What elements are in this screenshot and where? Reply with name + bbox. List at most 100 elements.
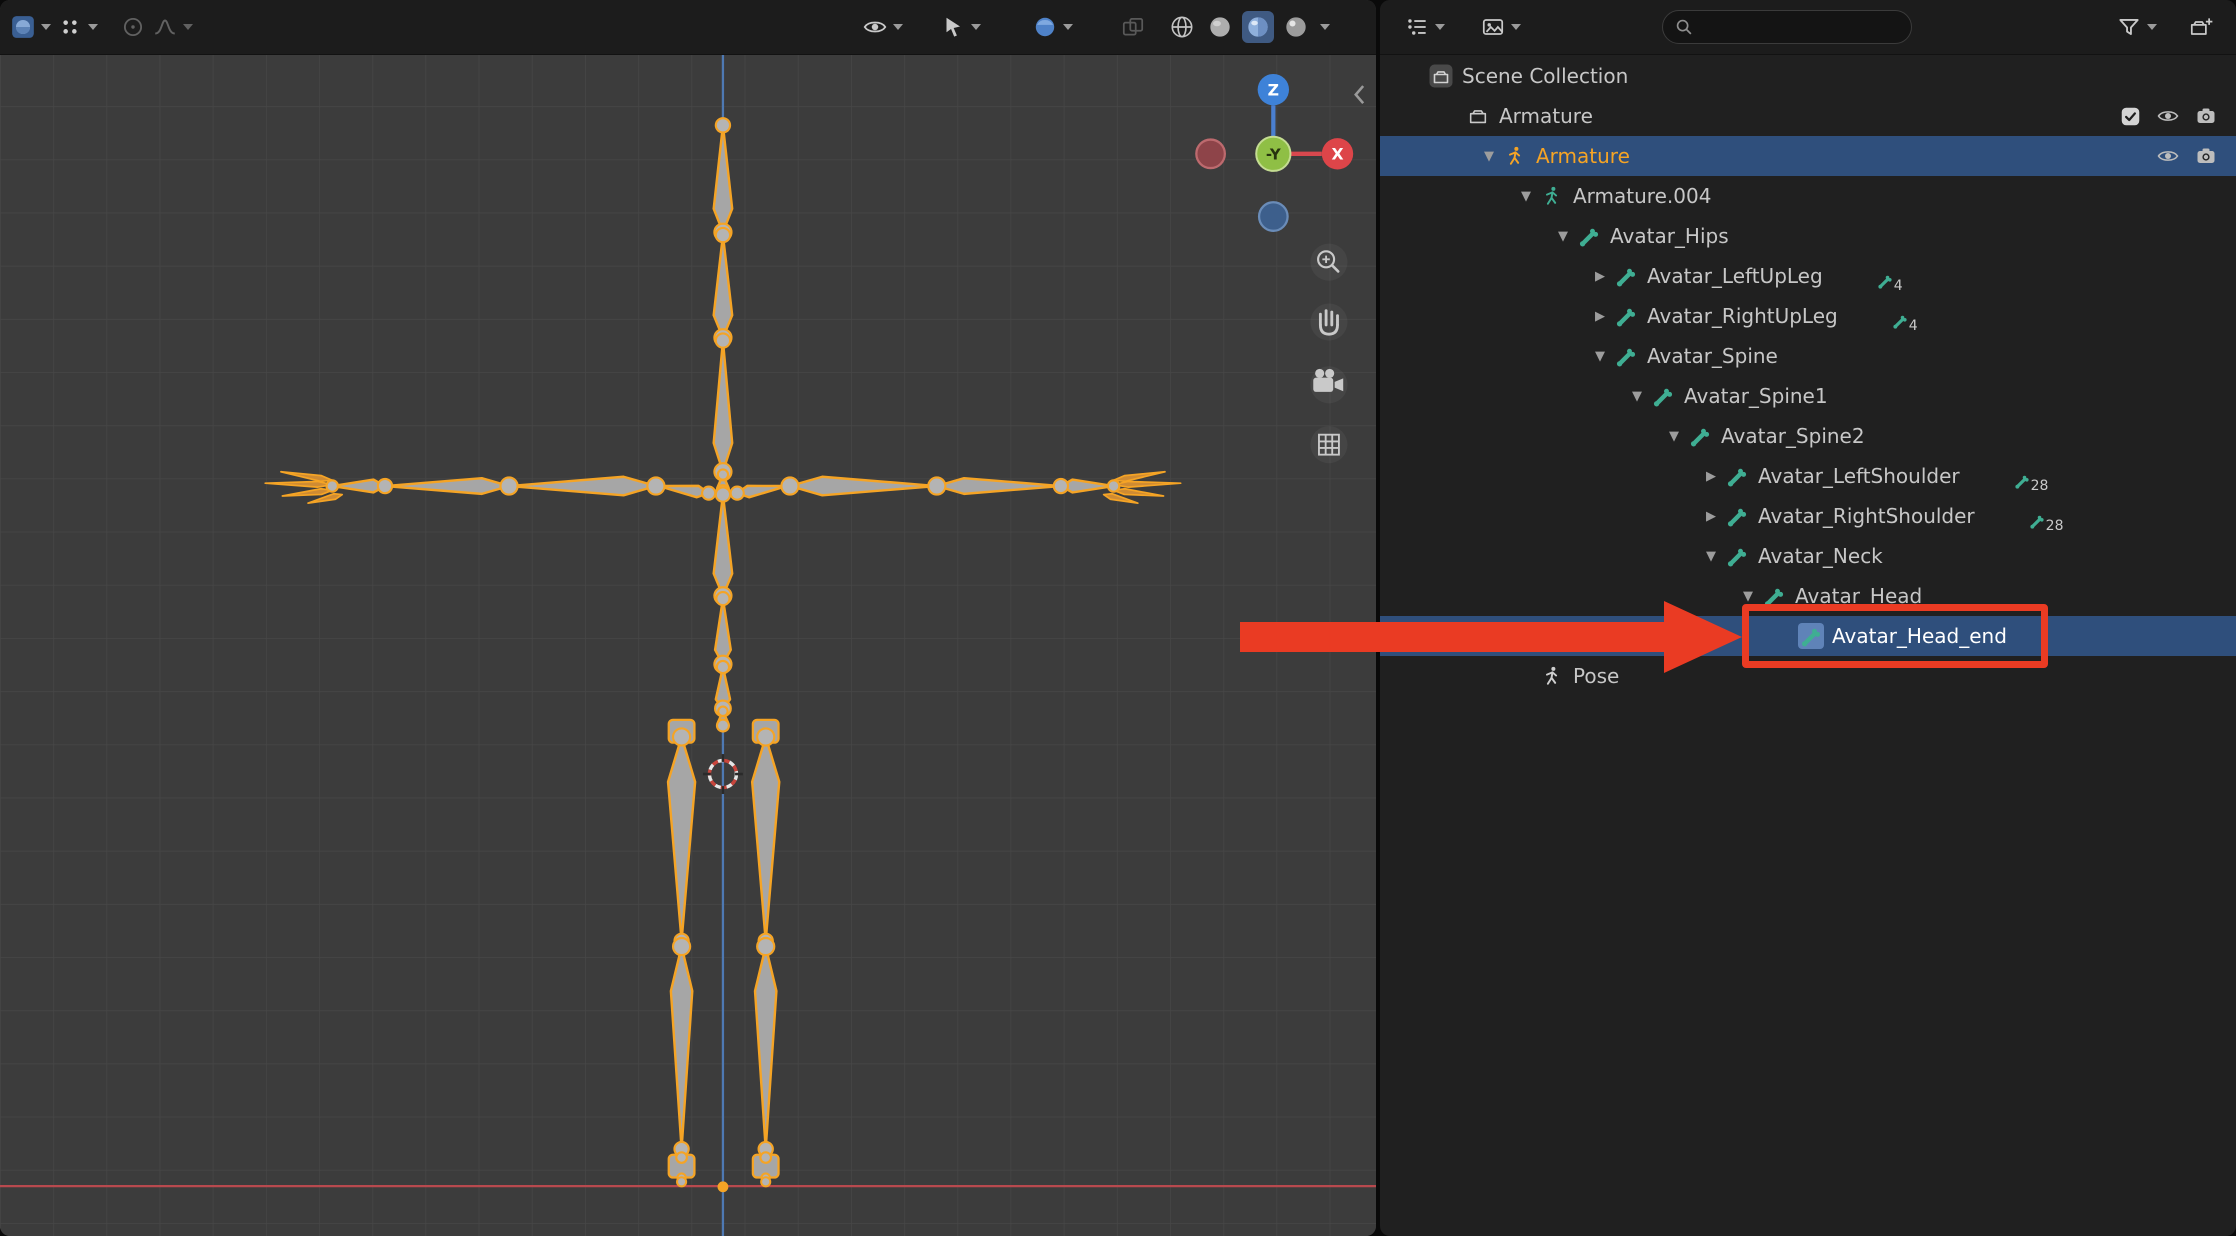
camera-toggle[interactable]	[2194, 144, 2218, 168]
chevron-down-icon	[1320, 24, 1330, 30]
camera-view-button[interactable]	[1310, 366, 1347, 403]
row-label: Avatar_Spine	[1647, 344, 1778, 368]
bone-count-badge: 28	[2014, 473, 2049, 489]
search-box[interactable]	[1662, 10, 1912, 44]
disclosure-triangle[interactable]: ▼	[1476, 149, 1502, 164]
disclosure-triangle[interactable]: ▼	[1698, 549, 1724, 564]
disclosure-triangle[interactable]: ▼	[1661, 429, 1687, 444]
show-gizmos-button[interactable]	[862, 14, 903, 40]
outliner-row[interactable]: ▼Avatar_Hips	[1380, 216, 2236, 256]
disclosure-triangle[interactable]: ▼	[1587, 349, 1613, 364]
filter-funnel-icon	[2116, 14, 2142, 40]
disclosure-triangle[interactable]: ▶	[1698, 469, 1724, 484]
bone-icon	[1613, 303, 1639, 329]
outliner-tree-icon	[1404, 14, 1430, 40]
gizmo-x-label: X	[1331, 145, 1343, 164]
viewport-header	[0, 0, 1376, 55]
chevron-down-icon	[971, 24, 981, 30]
outliner-row[interactable]: ▼ Avatar_Spine1	[1380, 376, 2236, 416]
row-label: Avatar_LeftUpLeg	[1647, 264, 1823, 288]
3d-viewport[interactable]: Z X -Y	[0, 0, 1376, 1236]
gizmo-axis-neg-y[interactable]: -Y	[1256, 137, 1290, 171]
armature-object-icon	[1502, 143, 1528, 169]
bone-icon	[1687, 423, 1713, 449]
outliner-row[interactable]: ▶ Avatar_LeftUpLeg 4	[1380, 256, 2236, 296]
pose-icon	[1539, 663, 1565, 689]
bone-count-badge: 28	[2029, 513, 2064, 529]
chevron-down-icon	[1063, 24, 1073, 30]
eye-icon	[862, 14, 888, 40]
material-sphere-icon	[1244, 13, 1272, 41]
3d-viewport-editor-icon	[10, 14, 36, 40]
grid-ortho-button[interactable]	[1310, 426, 1347, 463]
disclosure-triangle[interactable]: ▼	[1624, 389, 1650, 404]
overlays-button[interactable]	[1032, 14, 1073, 40]
shading-solid-button[interactable]	[1204, 11, 1236, 43]
new-collection-button[interactable]	[2188, 0, 2214, 54]
bone-icon	[1576, 223, 1602, 249]
xray-squares-icon	[1120, 14, 1146, 40]
object-origin-dot	[718, 1181, 729, 1192]
bone-icon	[1724, 503, 1750, 529]
display-mode-button[interactable]	[1480, 0, 1521, 54]
disclosure-triangle[interactable]: ▶	[1587, 309, 1613, 324]
outliner-row[interactable]: ▼Avatar_Spine2	[1380, 416, 2236, 456]
chevron-down-icon	[1511, 24, 1521, 30]
xray-toggle-button[interactable]	[1120, 14, 1146, 40]
row-label: Avatar_Spine1	[1684, 384, 1828, 408]
outliner-header	[1380, 0, 2236, 55]
gizmo-dropdown-button[interactable]	[940, 14, 981, 40]
gizmo-axis-z[interactable]: Z	[1258, 74, 1289, 105]
proportional-falloff-button[interactable]	[152, 14, 193, 40]
disclosure-triangle[interactable]: ▼	[1550, 229, 1576, 244]
outliner-row[interactable]: ▼ Avatar_Spine	[1380, 336, 2236, 376]
outliner-row[interactable]: ▶Avatar_RightShoulder28	[1380, 496, 2236, 536]
viewport-canvas[interactable]: Z X -Y	[0, 54, 1376, 1236]
outliner-row[interactable]: ▼Avatar_Neck	[1380, 536, 2236, 576]
gizmo-axis-neg-z[interactable]	[1259, 202, 1288, 231]
outliner-row[interactable]: Armature	[1380, 96, 2236, 136]
shading-rendered-button[interactable]	[1280, 11, 1312, 43]
chevron-down-icon	[2147, 24, 2157, 30]
row-label: Avatar_RightUpLeg	[1647, 304, 1838, 328]
row-label: Armature	[1536, 144, 1630, 168]
armature-data-icon	[1539, 183, 1565, 209]
chevron-down-icon	[88, 24, 98, 30]
outliner-row[interactable]: ▼ Armature	[1380, 136, 2236, 176]
disclosure-triangle[interactable]: ▼	[1513, 189, 1539, 204]
gizmo-axis-x[interactable]: X	[1322, 138, 1353, 169]
bone-icon	[1613, 263, 1639, 289]
eye-toggle[interactable]	[2156, 104, 2180, 128]
outliner-row[interactable]: ▼Armature.004	[1380, 176, 2236, 216]
disclosure-triangle[interactable]: ▶	[1587, 269, 1613, 284]
bone-icon	[1724, 463, 1750, 489]
mode-dropdown-button[interactable]	[57, 14, 98, 40]
checkbox-toggle[interactable]	[2118, 104, 2142, 128]
wireframe-sphere-icon	[1168, 13, 1196, 41]
row-label: Scene Collection	[1462, 64, 1628, 88]
filter-button[interactable]	[2116, 0, 2157, 54]
bone-icon	[1650, 383, 1676, 409]
shading-wireframe-button[interactable]	[1166, 11, 1198, 43]
camera-toggle[interactable]	[2194, 104, 2218, 128]
rendered-sphere-icon	[1282, 13, 1310, 41]
falloff-curve-icon	[152, 14, 178, 40]
bone-count-badge: 4	[1877, 273, 1903, 289]
proportional-editing-button[interactable]	[120, 14, 146, 40]
pan-hand-button[interactable]	[1310, 304, 1347, 341]
outliner-row[interactable]: ▶Avatar_RightUpLeg4	[1380, 296, 2236, 336]
outliner-editor-type-button[interactable]	[1404, 0, 1445, 54]
shading-material-button[interactable]	[1242, 11, 1274, 43]
zoom-button[interactable]	[1310, 244, 1347, 281]
disclosure-triangle[interactable]: ▼	[1735, 589, 1761, 604]
bone-icon	[1613, 343, 1639, 369]
row-label: Avatar_LeftShoulder	[1758, 464, 1960, 488]
gizmo-axis-neg-x[interactable]	[1196, 140, 1225, 169]
editor-type-button[interactable]	[10, 14, 51, 40]
outliner-row[interactable]: ▶ Avatar_LeftShoulder 28	[1380, 456, 2236, 496]
row-label: Pose	[1573, 664, 1619, 688]
outliner-row[interactable]: Scene Collection	[1380, 56, 2236, 96]
search-input[interactable]	[1695, 16, 1879, 39]
disclosure-triangle[interactable]: ▶	[1698, 509, 1724, 524]
eye-toggle[interactable]	[2156, 144, 2180, 168]
